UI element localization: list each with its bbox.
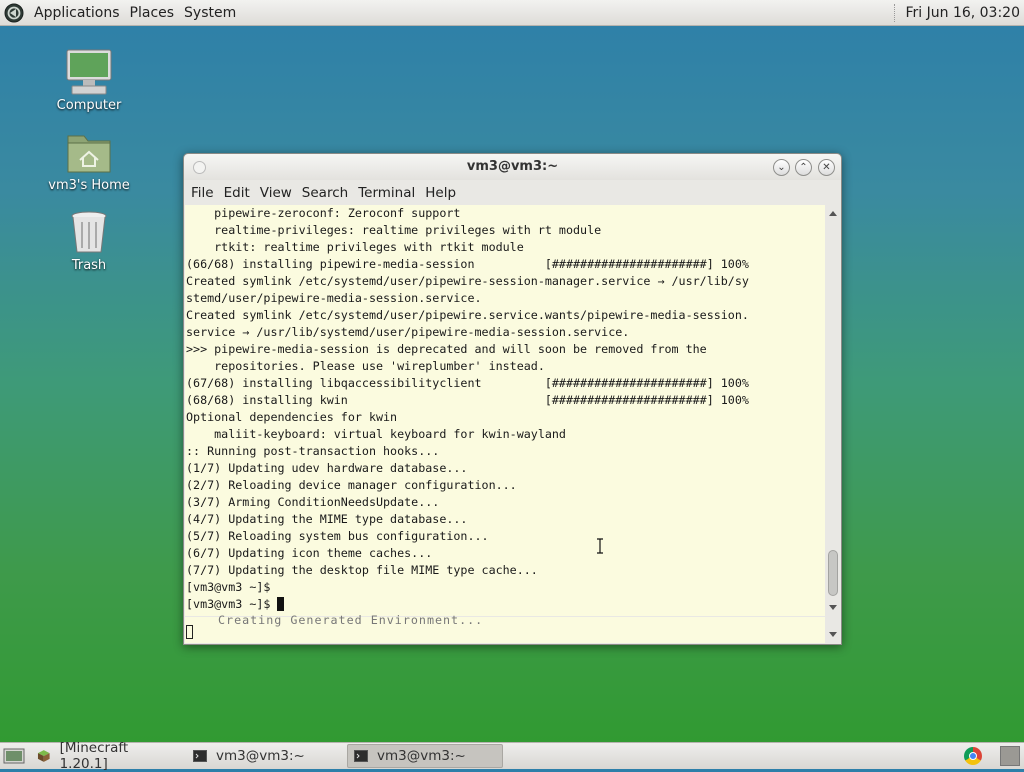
taskbar-item-label: vm3@vm3:~ <box>216 748 305 764</box>
terminal-line: >>> pipewire-media-session is deprecated… <box>186 342 707 356</box>
show-desktop-icon[interactable] <box>3 748 25 764</box>
terminal-line: repositories. Please use 'wireplumber' i… <box>186 359 545 373</box>
terminal-line: (68/68) installing kwin [###############… <box>186 393 749 407</box>
scroll-up-icon[interactable] <box>829 211 837 216</box>
terminal-scrollbar[interactable] <box>827 205 839 616</box>
desktop-icon-label: Trash <box>71 258 107 273</box>
terminal-line: (6/7) Updating icon theme caches... <box>186 546 433 560</box>
terminal-line: realtime-privileges: realtime privileges… <box>186 223 602 237</box>
system-menu[interactable]: System <box>179 5 241 21</box>
desktop-icon-computer[interactable]: Computer <box>39 48 139 113</box>
menu-file[interactable]: File <box>187 185 220 201</box>
chrome-icon[interactable] <box>964 747 982 765</box>
terminal-line: maliit-keyboard: virtual keyboard for kw… <box>186 427 566 441</box>
menu-view[interactable]: View <box>256 185 298 201</box>
terminal-line: (5/7) Reloading system bus configuration… <box>186 529 489 543</box>
terminal-line: (3/7) Arming ConditionNeedsUpdate... <box>186 495 440 509</box>
text-cursor-icon <box>597 538 603 554</box>
terminal-line: (7/7) Updating the desktop file MIME typ… <box>186 563 538 577</box>
bottom-panel: [Minecraft 1.20.1] vm3@vm3:~ vm3@vm3:~ <box>0 740 1024 772</box>
terminal-line: (1/7) Updating udev hardware database... <box>186 461 468 475</box>
distro-logo-icon[interactable] <box>4 3 24 23</box>
taskbar-item-label: vm3@vm3:~ <box>377 748 466 764</box>
menu-help[interactable]: Help <box>421 185 462 201</box>
terminal-output[interactable]: pipewire-zeroconf: Zeroconf support real… <box>185 205 825 616</box>
desktop-icon-label: vm3's Home <box>48 178 130 193</box>
desktop-icon-home[interactable]: vm3's Home <box>39 128 139 193</box>
window-title: vm3@vm3:~ <box>466 159 559 174</box>
scrollbar-thumb[interactable] <box>828 550 838 596</box>
trash-icon <box>64 208 114 256</box>
terminal-line: Created symlink /etc/systemd/user/pipewi… <box>186 274 749 288</box>
terminal-line: (4/7) Updating the MIME type database... <box>186 512 468 526</box>
terminal-line: service → /usr/lib/systemd/user/pipewire… <box>186 325 630 339</box>
minecraft-icon <box>37 750 50 762</box>
terminal-line: (66/68) installing pipewire-media-sessio… <box>186 257 749 271</box>
close-button[interactable]: ✕ <box>818 159 835 176</box>
terminal-line: Optional dependencies for kwin <box>186 410 398 424</box>
clock[interactable]: Fri Jun 16, 03:20 <box>905 5 1024 21</box>
background-terminal-area[interactable]: Creating Generated Environment... <box>185 613 825 643</box>
scroll-down-icon[interactable] <box>829 632 837 637</box>
system-tray <box>964 746 1024 766</box>
menu-terminal[interactable]: Terminal <box>354 185 421 201</box>
terminal-line: (67/68) installing libqaccessibilityclie… <box>186 376 749 390</box>
menu-search[interactable]: Search <box>298 185 354 201</box>
terminal-line: (2/7) Reloading device manager configura… <box>186 478 517 492</box>
places-menu[interactable]: Places <box>125 5 180 21</box>
applications-menu[interactable]: Applications <box>29 5 125 21</box>
terminal-line: rtkit: realtime privileges with rtkit mo… <box>186 240 524 254</box>
terminal-line: [vm3@vm3 ~]$ <box>186 580 271 594</box>
terminal-line: stemd/user/pipewire-media-session.servic… <box>186 291 482 305</box>
maximize-button[interactable]: ⌃ <box>795 159 812 176</box>
terminal-line: :: Running post-transaction hooks... <box>186 444 440 458</box>
taskbar-item-terminal-2[interactable]: vm3@vm3:~ <box>347 744 503 768</box>
terminal-window[interactable]: vm3@vm3:~ ⌄ ⌃ ✕ File Edit View Search Te… <box>183 153 842 645</box>
background-terminal-text: Creating Generated Environment... <box>218 613 484 627</box>
terminal-line: Created symlink /etc/systemd/user/pipewi… <box>186 308 749 322</box>
menu-edit[interactable]: Edit <box>220 185 256 201</box>
background-terminal-cursor <box>186 625 193 639</box>
terminal-icon <box>193 750 207 762</box>
terminal-icon <box>354 750 368 762</box>
terminal-line: [vm3@vm3 ~]$ <box>185 596 825 613</box>
terminal-line: pipewire-zeroconf: Zeroconf support <box>186 206 461 220</box>
taskbar-item-terminal-1[interactable]: vm3@vm3:~ <box>187 745 345 767</box>
home-folder-icon <box>64 128 114 176</box>
window-titlebar[interactable]: vm3@vm3:~ ⌄ ⌃ ✕ <box>184 154 841 180</box>
panel-separator <box>894 3 897 22</box>
minimize-button[interactable]: ⌄ <box>773 159 790 176</box>
desktop-icon-trash[interactable]: Trash <box>39 208 139 273</box>
background-terminal-scrollbar[interactable] <box>827 617 839 643</box>
taskbar-item-label: [Minecraft 1.20.1] <box>59 740 129 772</box>
scroll-down-icon[interactable] <box>829 605 837 610</box>
top-panel: Applications Places System Fri Jun 16, 0… <box>0 0 1024 26</box>
desktop-icon-label: Computer <box>56 98 122 113</box>
terminal-menubar: File Edit View Search Terminal Help <box>184 180 841 205</box>
workspace-switcher[interactable] <box>1000 746 1020 766</box>
taskbar-item-minecraft[interactable]: [Minecraft 1.20.1] <box>31 740 185 772</box>
terminal-cursor <box>277 597 285 611</box>
computer-icon <box>64 48 114 96</box>
